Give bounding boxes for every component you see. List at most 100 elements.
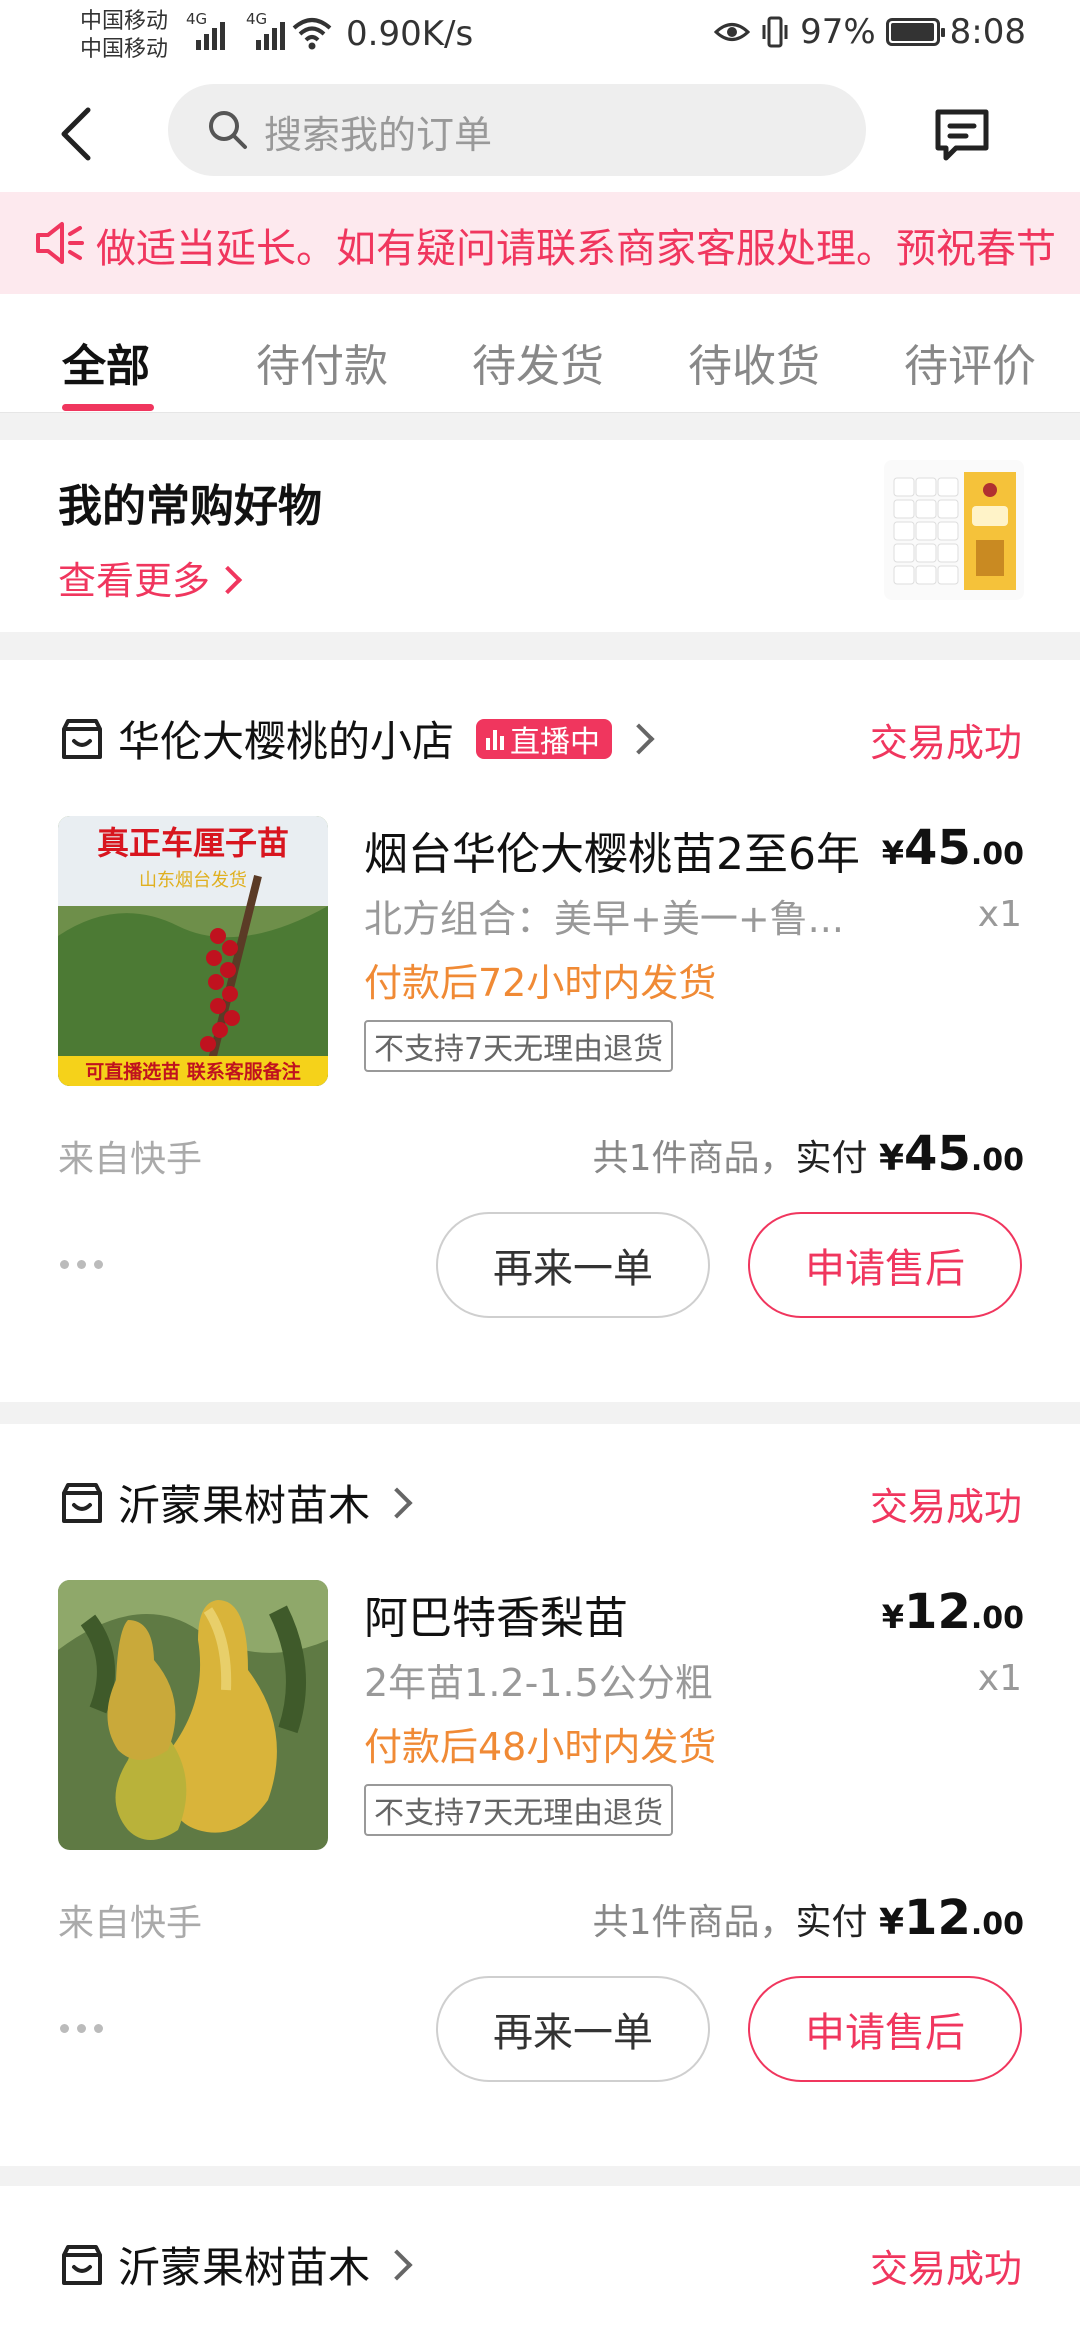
clock: 8:08: [949, 12, 1026, 52]
search-icon: [209, 111, 247, 149]
total-dec: .00: [970, 1143, 1024, 1178]
net-speed: 0.90K/s: [346, 14, 474, 54]
quantity: x1: [977, 894, 1022, 935]
image-caption-bottom: 可直播选苗 联系客服备注: [85, 1060, 301, 1083]
total-int: 45: [904, 1126, 971, 1182]
status-right: 97% 8:08: [714, 12, 1026, 52]
live-bars-icon: [486, 728, 505, 750]
after-sale-button[interactable]: 申请售后: [748, 1976, 1022, 2082]
order-status: 交易成功: [869, 1485, 1022, 1529]
more-options-icon[interactable]: [60, 2024, 103, 2033]
order-source: 来自快手: [58, 1139, 203, 1180]
pear-seedling-image[interactable]: [58, 1580, 328, 1850]
wifi-icon: [292, 18, 332, 50]
buy-again-button[interactable]: 再来一单: [436, 1976, 710, 2082]
live-badge[interactable]: 直播中: [476, 718, 613, 760]
cherry-seedling-image[interactable]: 真正车厘子苗 山东烟台发货 可直播选苗 联系客服备注: [58, 816, 328, 1086]
product-name[interactable]: 阿巴特香梨苗: [364, 1582, 628, 1646]
product-spec: 北方组合：美早+美一+鲁...: [364, 897, 844, 941]
message-icon[interactable]: [932, 104, 992, 164]
image-caption-top: 真正车厘子苗: [97, 824, 289, 862]
total-count: 共1件商品，: [592, 1138, 796, 1179]
total-int: 12: [904, 1890, 971, 1946]
shipping-promise: 付款后72小时内发货: [364, 961, 717, 1005]
order-source: 来自快手: [58, 1903, 203, 1944]
shop-name: 沂蒙果树苗木: [118, 2243, 371, 2292]
vibrate-icon: [762, 16, 788, 48]
price-int: 12: [904, 1584, 971, 1640]
frequent-purchases: 我的常购好物 查看更多: [0, 440, 1080, 632]
after-sale-button[interactable]: 申请售后: [748, 1212, 1022, 1318]
shop-icon: [62, 1482, 102, 1523]
shop-name: 沂蒙果树苗木: [118, 1481, 371, 1530]
chevron-right-icon: [623, 722, 655, 755]
battery-icon: [885, 18, 945, 46]
chevron-right-icon: [213, 565, 243, 595]
order-status: 交易成功: [869, 721, 1022, 765]
back-arrow-icon[interactable]: [56, 106, 96, 162]
search-placeholder: 搜索我的订单: [264, 113, 493, 157]
return-policy-tag: 不支持7天无理由退货: [364, 1020, 674, 1072]
notice-text: 做适当延长。如有疑问请联系商家客服处理。预祝春节: [96, 226, 1056, 272]
search-header: 搜索我的订单: [0, 78, 1080, 192]
chevron-right-icon: [381, 2248, 413, 2281]
total-symbol: ¥: [878, 1138, 905, 1179]
shipping-promise: 付款后48小时内发货: [364, 1725, 717, 1769]
unit-price: ¥12.00: [882, 1584, 1024, 1640]
shop-header[interactable]: 沂蒙果树苗木: [58, 1472, 413, 1533]
tab-pending-payment[interactable]: 待付款: [256, 330, 388, 394]
shop-header[interactable]: 沂蒙果树苗木: [58, 2234, 413, 2295]
tab-pending-shipment[interactable]: 待发货: [472, 330, 604, 394]
view-more-label: 查看更多: [58, 559, 211, 603]
quantity: x1: [977, 1658, 1022, 1699]
price-int: 45: [904, 820, 971, 876]
paid-label: 实付: [795, 1902, 868, 1943]
status-bar: 中国移动 中国移动 4G 4G 0.90K/s 97% 8:08: [0, 0, 1080, 78]
image-caption-sub: 山东烟台发货: [139, 870, 247, 891]
order-list-screen: { "status_bar": { "carrier_1": "中国移动", "…: [0, 0, 1080, 2340]
search-input[interactable]: 搜索我的订单: [168, 84, 866, 176]
order-card[interactable]: 华伦大樱桃的小店 直播中 交易成功 真正车厘子苗 山东烟台发货 可直播选苗 联系…: [0, 660, 1080, 1402]
signal-1-icon: 4G: [186, 10, 225, 50]
tab-all[interactable]: 全部: [62, 330, 150, 394]
speaker-icon: [36, 222, 84, 264]
shop-icon: [62, 2244, 102, 2285]
shop-icon: [62, 718, 102, 759]
order-total: 共1件商品，实付 ¥45.00: [593, 1126, 1024, 1182]
order-card[interactable]: 沂蒙果树苗木 交易成功 阿巴特香梨苗 2年苗1.2-1.5公分粗 付款后48小时…: [0, 1424, 1080, 2166]
signal-2-icon: 4G: [246, 10, 285, 50]
tab-pending-receipt[interactable]: 待收货: [688, 330, 820, 394]
battery-percent: 97%: [800, 12, 876, 52]
active-tab-indicator: [62, 404, 154, 411]
shop-name: 华伦大樱桃的小店: [118, 717, 455, 766]
total-symbol: ¥: [878, 1902, 905, 1943]
order-total: 共1件商品，实付 ¥12.00: [593, 1890, 1024, 1946]
order-tabs: 全部 待付款 待发货 待收货 待评价: [0, 294, 1080, 413]
order-card[interactable]: 沂蒙果树苗木 交易成功: [0, 2186, 1080, 2340]
price-dec: .00: [970, 837, 1024, 872]
eye-comfort-icon: [714, 23, 751, 41]
price-symbol: ¥: [881, 834, 905, 872]
product-name[interactable]: 烟台华伦大樱桃苗2至6年: [364, 818, 860, 882]
net-type-1: 4G: [186, 10, 208, 28]
buy-again-button[interactable]: 再来一单: [436, 1212, 710, 1318]
total-dec: .00: [970, 1907, 1024, 1942]
return-policy-tag: 不支持7天无理由退货: [364, 1784, 674, 1836]
total-count: 共1件商品，: [592, 1902, 796, 1943]
tissue-product-thumbnail[interactable]: [884, 460, 1024, 600]
product-spec: 2年苗1.2-1.5公分粗: [364, 1661, 713, 1705]
carrier-2: 中国移动: [80, 37, 169, 62]
chevron-right-icon: [381, 1486, 413, 1519]
view-more-link[interactable]: 查看更多: [58, 550, 243, 605]
notice-bar[interactable]: 做适当延长。如有疑问请联系商家客服处理。预祝春节: [0, 192, 1080, 294]
price-symbol: ¥: [881, 1598, 905, 1636]
price-dec: .00: [970, 1601, 1024, 1636]
tab-pending-review[interactable]: 待评价: [904, 330, 1036, 394]
frequent-purchases-title: 我的常购好物: [58, 481, 322, 532]
carrier-1: 中国移动: [80, 9, 169, 34]
shop-header[interactable]: 华伦大樱桃的小店 直播中: [58, 708, 655, 769]
more-options-icon[interactable]: [60, 1260, 103, 1269]
carrier-names: 中国移动 中国移动: [80, 8, 168, 64]
net-type-2: 4G: [246, 10, 268, 28]
unit-price: ¥45.00: [882, 820, 1024, 876]
